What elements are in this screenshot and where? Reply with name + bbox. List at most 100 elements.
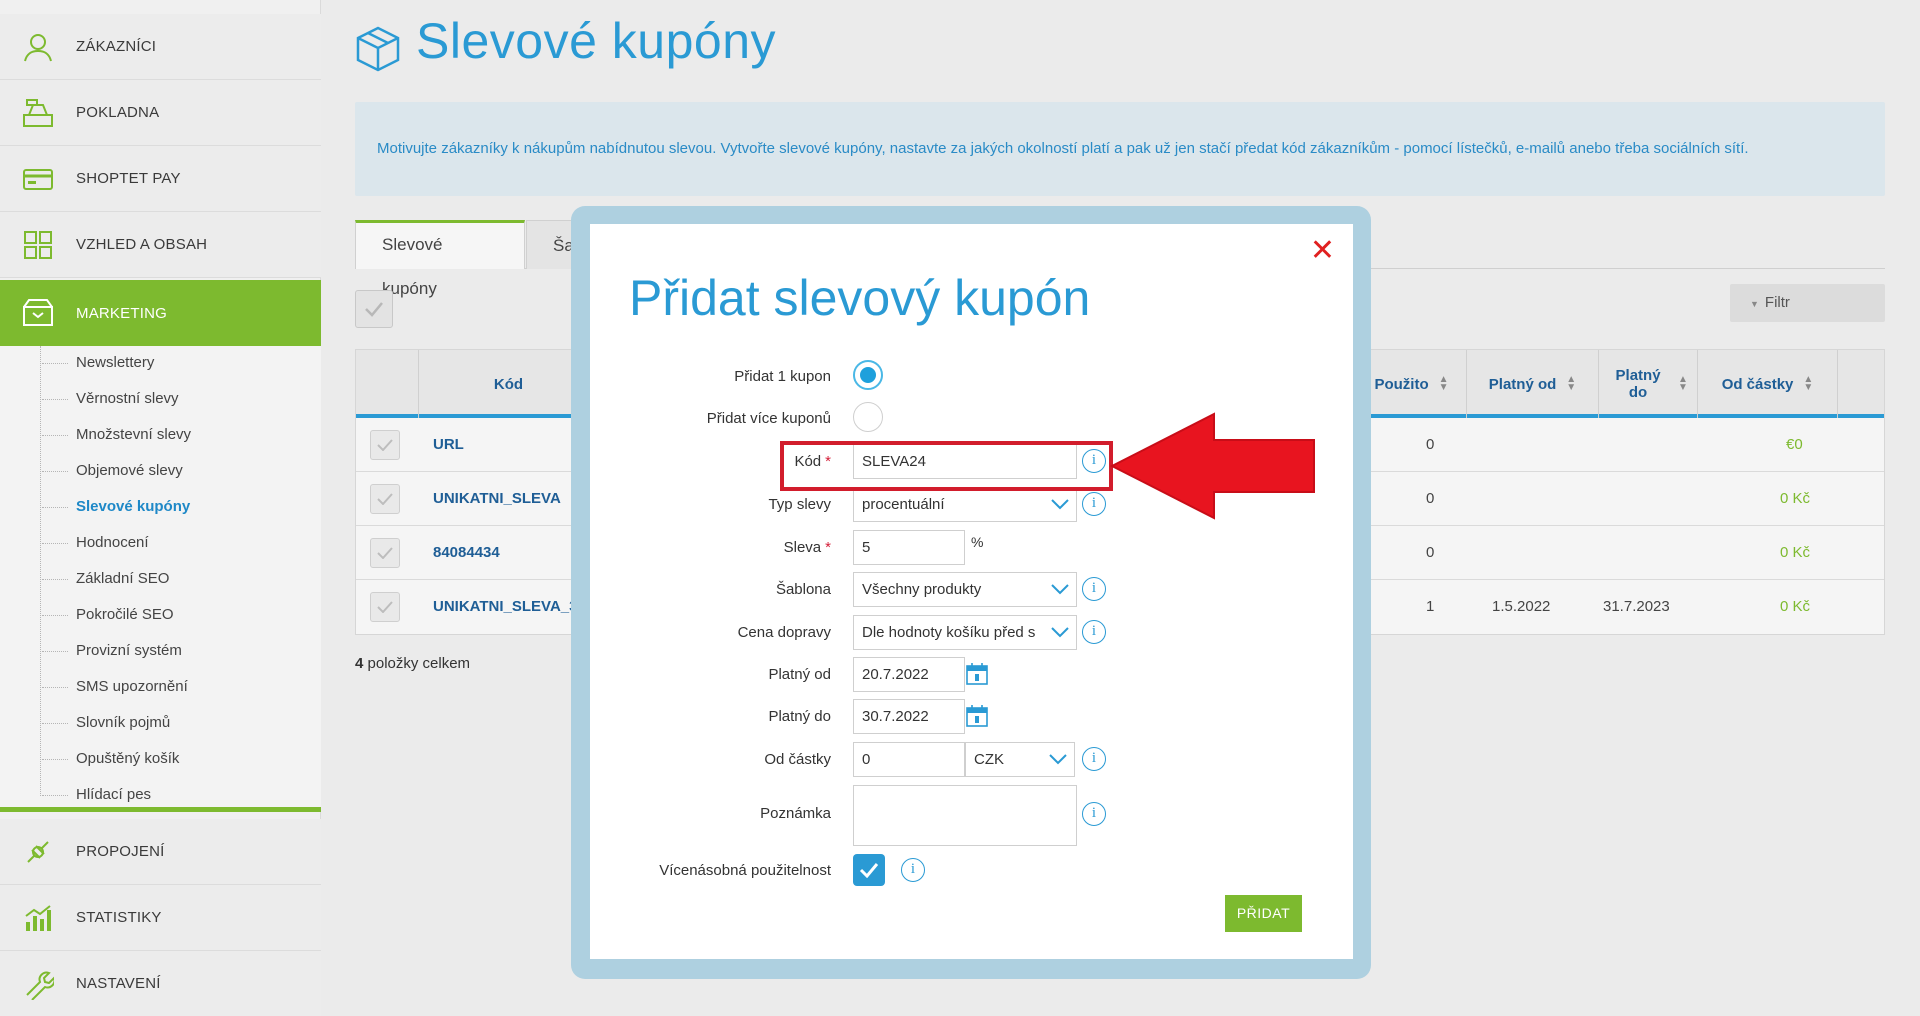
- info-icon[interactable]: i: [1082, 577, 1106, 601]
- plug-icon: [27, 840, 49, 863]
- caret-down-icon: ▼: [1750, 299, 1759, 309]
- nav-label: PROPOJENÍ: [76, 843, 165, 860]
- submenu-item[interactable]: SMS upozornění: [42, 676, 188, 698]
- add-button[interactable]: PŘIDAT: [1225, 895, 1302, 932]
- cell-code[interactable]: UNIKATNI_SLEVA: [433, 472, 561, 526]
- th-actions: [1837, 350, 1886, 418]
- cell-used: 0: [1426, 490, 1435, 507]
- row-checkbox[interactable]: [370, 484, 400, 514]
- info-icon[interactable]: i: [1082, 620, 1106, 644]
- label-add-more: Přidat více kuponů: [706, 410, 831, 427]
- submenu-item[interactable]: Pokročilé SEO: [42, 604, 174, 626]
- sort-icon: ▲ ▼: [1803, 374, 1814, 393]
- submenu-item[interactable]: Slovník pojmů: [41, 712, 170, 734]
- th-platny-od[interactable]: Platný od ▲ ▼: [1466, 350, 1598, 418]
- valid-from-input[interactable]: 20.7.2022: [853, 657, 965, 692]
- nav-label: STATISTIKY: [76, 909, 162, 926]
- nav-pokladna[interactable]: POKLADNA: [0, 80, 321, 146]
- nav-statistiky[interactable]: STATISTIKY: [0, 885, 321, 951]
- code-highlight-box: [780, 441, 1113, 491]
- min-amount-input[interactable]: 0: [853, 742, 965, 777]
- label-multi-use: Vícenásobná použitelnost: [659, 862, 831, 879]
- marketing-icon: [23, 299, 53, 326]
- check-icon: [377, 493, 393, 505]
- submenu-item[interactable]: Opuštěný košík: [41, 748, 179, 770]
- filter-button[interactable]: ▼ Filtr: [1730, 284, 1885, 322]
- nav-label: ZÁKAZNÍCI: [76, 38, 157, 55]
- info-icon[interactable]: i: [1082, 802, 1106, 826]
- submenu-item[interactable]: Newslettery: [41, 352, 154, 374]
- nav-label: NASTAVENÍ: [76, 975, 161, 992]
- cell-used: 1: [1426, 598, 1435, 615]
- calendar-icon[interactable]: [966, 705, 988, 727]
- cell-from: 1.5.2022: [1492, 598, 1551, 615]
- valid-to-input[interactable]: 30.7.2022: [853, 699, 965, 734]
- label-min-amount: Od částky: [764, 751, 831, 768]
- layout-grid-icon: [24, 230, 52, 259]
- tab-slevove-kupony[interactable]: Slevové kupóny: [355, 220, 525, 298]
- multi-use-checkbox[interactable]: [853, 854, 885, 886]
- tree-line: [40, 346, 41, 796]
- wrench-icon: [26, 971, 54, 1000]
- nav-vzhled[interactable]: VZHLED A OBSAH: [0, 212, 321, 278]
- sidebar: ZÁKAZNÍCI POKLADNA SHOPTET PAY VZHLED A …: [0, 0, 321, 1016]
- select-all-checkbox[interactable]: [355, 290, 393, 328]
- nav-zakaznici[interactable]: ZÁKAZNÍCI: [0, 14, 321, 80]
- cell-amount: €0: [1786, 436, 1803, 453]
- coupon-box-icon: [356, 26, 400, 72]
- user-icon: [24, 33, 52, 61]
- submenu-item-active[interactable]: Slevové kupóny: [41, 496, 190, 518]
- radio-add-more[interactable]: [853, 402, 883, 432]
- nav-label: MARKETING: [76, 304, 167, 322]
- template-select[interactable]: Všechny produkty: [853, 572, 1077, 607]
- check-icon: [377, 439, 393, 451]
- filter-label: Filtr: [1764, 294, 1790, 311]
- cell-code[interactable]: 84084434: [433, 526, 500, 580]
- th-od-castky[interactable]: Od částky ▲ ▼: [1697, 350, 1837, 418]
- label-note: Poznámka: [760, 805, 831, 822]
- submenu-item[interactable]: Hodnocení: [42, 532, 149, 554]
- cell-amount: 0 Kč: [1780, 490, 1811, 507]
- row-checkbox[interactable]: [370, 592, 400, 622]
- calendar-icon[interactable]: [966, 663, 988, 685]
- label-valid-from: Platný od: [768, 666, 831, 683]
- submenu-item[interactable]: Věrnostní slevy: [42, 388, 179, 410]
- th-pouzito[interactable]: Použito ▲ ▼: [1356, 350, 1466, 418]
- type-select[interactable]: procentuální: [853, 487, 1077, 522]
- radio-add-one[interactable]: [853, 360, 883, 390]
- label-discount: Sleva *: [783, 539, 831, 556]
- cell-used: 0: [1426, 436, 1435, 453]
- nav-marketing[interactable]: MARKETING: [0, 280, 321, 354]
- note-textarea[interactable]: [853, 785, 1077, 846]
- sort-icon: ▲ ▼: [1566, 374, 1577, 393]
- cell-code[interactable]: URL: [433, 418, 464, 472]
- nav-label: SHOPTET PAY: [76, 170, 181, 187]
- label-type: Typ slevy: [768, 496, 831, 513]
- currency-select[interactable]: CZK: [965, 742, 1075, 777]
- discount-input[interactable]: 5: [853, 530, 965, 565]
- submenu-item[interactable]: Objemové slevy: [42, 460, 183, 482]
- row-checkbox[interactable]: [370, 430, 400, 460]
- submenu-item[interactable]: Základní SEO: [41, 568, 169, 590]
- label-template: Šablona: [775, 581, 831, 598]
- th-platny-do[interactable]: Platný do ▲ ▼: [1598, 350, 1697, 418]
- nav-nastaveni[interactable]: NASTAVENÍ: [0, 951, 321, 1016]
- info-icon[interactable]: i: [1082, 747, 1106, 771]
- cell-amount: 0 Kč: [1780, 544, 1811, 561]
- red-arrow-icon: [1109, 412, 1315, 520]
- check-icon: [377, 547, 393, 559]
- nav-shoptet-pay[interactable]: SHOPTET PAY: [0, 146, 321, 212]
- submenu-item[interactable]: Hlídací pes: [41, 784, 151, 806]
- close-icon[interactable]: ✕: [1310, 236, 1335, 266]
- info-icon[interactable]: i: [901, 858, 925, 882]
- marketing-submenu: Newslettery Věrnostní slevy Množstevní s…: [0, 346, 321, 812]
- submenu-item[interactable]: Provizní systém: [42, 640, 182, 662]
- th-check: [356, 350, 418, 418]
- submenu-item[interactable]: Množstevní slevy: [41, 424, 191, 446]
- info-text: Motivujte zákazníky k nákupům nabídnutou…: [377, 140, 1749, 157]
- nav-propojeni[interactable]: PROPOJENÍ: [0, 819, 321, 885]
- info-icon[interactable]: i: [1082, 492, 1106, 516]
- cell-code[interactable]: UNIKATNI_SLEVA_3: [433, 580, 577, 634]
- shipping-select[interactable]: Dle hodnoty košíku před s: [853, 615, 1077, 650]
- row-checkbox[interactable]: [370, 538, 400, 568]
